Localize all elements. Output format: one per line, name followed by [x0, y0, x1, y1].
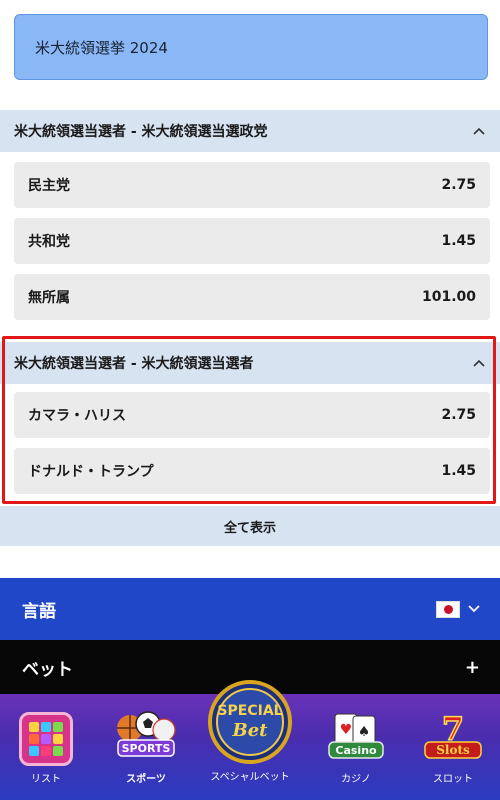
- casino-icon: ♥ ♠ Casino: [325, 710, 387, 766]
- event-title-card[interactable]: 米大統領選挙 2024: [14, 14, 488, 80]
- svg-text:♠: ♠: [358, 724, 371, 740]
- japan-flag-icon: [436, 600, 460, 618]
- nav-item-casino[interactable]: ♥ ♠ Casino カジノ: [324, 710, 388, 785]
- nav-item-sports[interactable]: SPORTS スポーツ: [108, 706, 184, 785]
- nav-label: リスト: [31, 774, 61, 785]
- nav-item-list[interactable]: リスト: [18, 712, 74, 785]
- selection-odds: 1.45: [441, 463, 476, 479]
- odds-row[interactable]: カマラ・ハリス 2.75: [14, 392, 490, 438]
- chevron-up-icon[interactable]: [472, 124, 486, 138]
- odds-row[interactable]: ドナルド・トランプ 1.45: [14, 448, 490, 494]
- svg-text:SPORTS: SPORTS: [122, 742, 171, 755]
- bet-label: ベット: [22, 659, 73, 680]
- selection-name: ドナルド・トランプ: [28, 464, 154, 480]
- special-bet-icon: SPECIAL Bet: [208, 680, 292, 764]
- nav-item-slots[interactable]: 7 Slots スロット: [420, 709, 486, 785]
- nav-label: スポーツ: [126, 774, 166, 785]
- odds-row[interactable]: 無所属 101.00: [14, 274, 490, 320]
- language-label: 言語: [22, 601, 56, 622]
- selection-name: 共和党: [28, 234, 70, 250]
- market-title: 米大統領選当選者 - 米大統領選当選者: [14, 356, 254, 372]
- nav-label: スペシャルベット: [210, 772, 290, 783]
- event-title: 米大統領選挙 2024: [35, 38, 168, 57]
- nav-item-special-bet[interactable]: SPECIAL Bet スペシャルベット: [198, 680, 302, 783]
- svg-text:♥: ♥: [340, 722, 353, 738]
- nav-label: カジノ: [341, 774, 371, 785]
- svg-text:Bet: Bet: [232, 720, 269, 741]
- show-all-button[interactable]: 全て表示: [0, 506, 500, 546]
- slot-grid-icon: [19, 712, 73, 766]
- sportsbook-page: 米大統領選挙 2024 米大統領選当選者 - 米大統領選当選政党 民主党 2.7…: [0, 0, 500, 800]
- selection-name: カマラ・ハリス: [28, 408, 126, 424]
- odds-row[interactable]: 民主党 2.75: [14, 162, 490, 208]
- odds-row[interactable]: 共和党 1.45: [14, 218, 490, 264]
- market-header-party[interactable]: 米大統領選当選者 - 米大統領選当選政党: [0, 110, 500, 152]
- svg-text:Slots: Slots: [436, 743, 470, 757]
- selection-name: 無所属: [28, 290, 70, 306]
- svg-text:SPECIAL: SPECIAL: [217, 703, 282, 719]
- chevron-down-icon: [468, 605, 480, 613]
- chevron-up-icon[interactable]: [472, 356, 486, 370]
- language-bar[interactable]: 言語: [0, 578, 500, 640]
- market-title: 米大統領選当選者 - 米大統領選当選政党: [14, 124, 268, 140]
- selection-odds: 101.00: [421, 289, 476, 305]
- language-selector[interactable]: [436, 600, 480, 618]
- selection-odds: 2.75: [441, 407, 476, 423]
- selection-odds: 1.45: [441, 233, 476, 249]
- plus-icon[interactable]: +: [465, 657, 480, 678]
- slots-icon: 7 Slots: [421, 709, 485, 766]
- sports-balls-icon: SPORTS: [110, 706, 182, 766]
- bottom-nav: リスト SPORTS スポーツ SPECIAL Bet スペシャルベット ♥ ♠…: [0, 680, 500, 800]
- svg-text:Casino: Casino: [335, 744, 377, 757]
- show-all-label: 全て表示: [223, 520, 276, 536]
- selection-odds: 2.75: [441, 177, 476, 193]
- market-header-candidate[interactable]: 米大統領選当選者 - 米大統領選当選者: [0, 342, 500, 384]
- nav-label: スロット: [433, 774, 473, 785]
- selection-name: 民主党: [28, 178, 70, 194]
